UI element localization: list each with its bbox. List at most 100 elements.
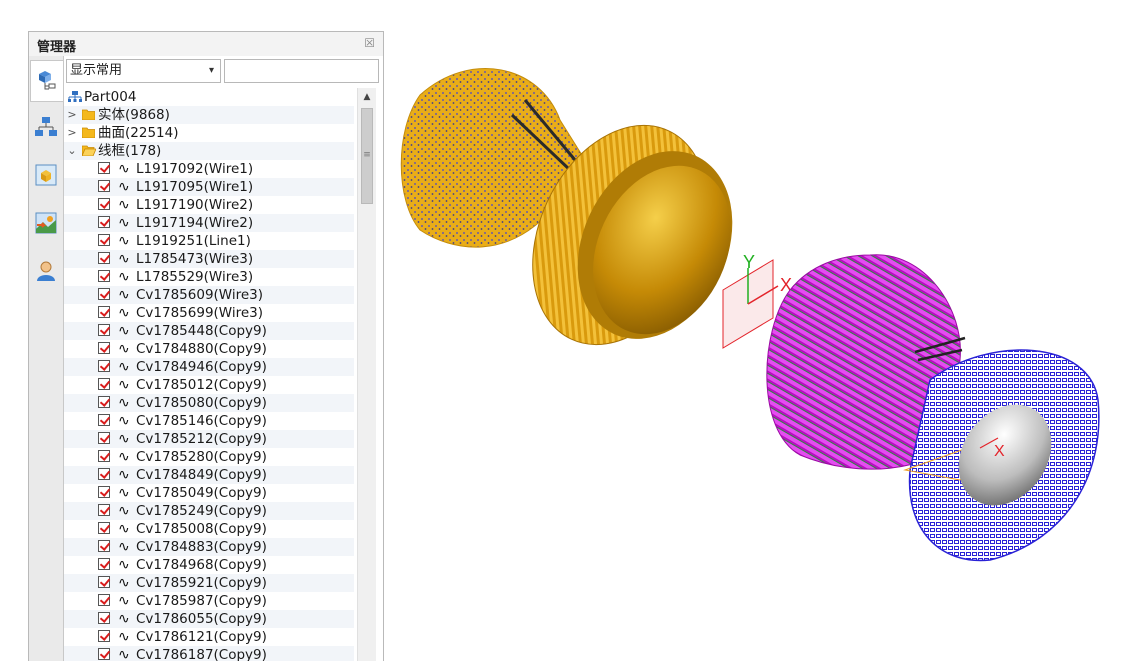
visibility-checkbox[interactable] xyxy=(98,558,110,570)
tree-item-label: L1785529(Wire3) xyxy=(136,269,254,285)
tree-item-label: Cv1785448(Copy9) xyxy=(136,323,267,339)
magenta-shuttlecock-model[interactable]: X xyxy=(766,254,1100,562)
wire-curve-icon: ∿ xyxy=(118,575,130,591)
tree-item-wire[interactable]: ∿ L1785529(Wire3) xyxy=(64,268,354,286)
tree-item-wire[interactable]: ∿ L1919251(Line1) xyxy=(64,232,354,250)
visibility-checkbox[interactable] xyxy=(98,450,110,462)
wire-curve-icon: ∿ xyxy=(118,557,130,573)
close-icon[interactable]: ☒ xyxy=(364,36,375,50)
tree-item-wire[interactable]: ∿ Cv1785280(Copy9) xyxy=(64,448,354,466)
visibility-checkbox[interactable] xyxy=(98,468,110,480)
tab-image[interactable] xyxy=(33,210,59,236)
visibility-checkbox[interactable] xyxy=(98,270,110,282)
tab-user[interactable] xyxy=(33,258,59,284)
tree-item-wire[interactable]: ∿ Cv1785008(Copy9) xyxy=(64,520,354,538)
chevron-right-icon[interactable]: > xyxy=(67,124,77,142)
tree-item-wire[interactable]: ∿ Cv1785249(Copy9) xyxy=(64,502,354,520)
tree-item-wire[interactable]: ∿ Cv1786121(Copy9) xyxy=(64,628,354,646)
scrollbar-thumb[interactable]: ≡ xyxy=(361,108,373,204)
wire-curve-icon: ∿ xyxy=(118,305,130,321)
tree-group-solid[interactable]: > 实体(9868) xyxy=(64,106,354,124)
tree-item-label: Cv1784880(Copy9) xyxy=(136,341,267,357)
tree-item-wire[interactable]: ∿ Cv1784849(Copy9) xyxy=(64,466,354,484)
tree-item-wire[interactable]: ∿ Cv1786055(Copy9) xyxy=(64,610,354,628)
tree-item-wire[interactable]: ∿ Cv1785921(Copy9) xyxy=(64,574,354,592)
part-icon xyxy=(68,91,82,102)
visibility-checkbox[interactable] xyxy=(98,180,110,192)
tree-item-wire[interactable]: ∿ Cv1785049(Copy9) xyxy=(64,484,354,502)
visibility-checkbox[interactable] xyxy=(98,414,110,426)
tree-item-wire[interactable]: ∿ Cv1785448(Copy9) xyxy=(64,322,354,340)
visibility-checkbox[interactable] xyxy=(98,252,110,264)
filter-dropdown[interactable]: 显示常用 ▾ xyxy=(66,59,221,83)
folder-icon xyxy=(82,109,95,120)
tree-item-wire[interactable]: ∿ Cv1785012(Copy9) xyxy=(64,376,354,394)
visibility-checkbox[interactable] xyxy=(98,630,110,642)
visibility-checkbox[interactable] xyxy=(98,288,110,300)
tree-item-wire[interactable]: ∿ Cv1785699(Wire3) xyxy=(64,304,354,322)
tree-item-wire[interactable]: ∿ Cv1786187(Copy9) xyxy=(64,646,354,661)
tab-assembly[interactable] xyxy=(33,114,59,140)
tree-item-wire[interactable]: ∿ Cv1784946(Copy9) xyxy=(64,358,354,376)
visibility-checkbox[interactable] xyxy=(98,648,110,660)
visibility-checkbox[interactable] xyxy=(98,486,110,498)
panel-title: 管理器 xyxy=(37,40,77,55)
visibility-checkbox[interactable] xyxy=(98,216,110,228)
wire-curve-icon: ∿ xyxy=(118,539,130,555)
tree-group-wireframe[interactable]: ⌄ 线框(178) xyxy=(64,142,354,160)
chevron-down-icon[interactable]: ⌄ xyxy=(67,142,77,160)
tab-history-tree[interactable] xyxy=(30,60,63,102)
tree-item-wire[interactable]: ∿ L1917194(Wire2) xyxy=(64,214,354,232)
chevron-down-icon: ▾ xyxy=(208,65,214,76)
visibility-checkbox[interactable] xyxy=(98,360,110,372)
tree-item-wire[interactable]: ∿ Cv1784883(Copy9) xyxy=(64,538,354,556)
visibility-checkbox[interactable] xyxy=(98,540,110,552)
visibility-checkbox[interactable] xyxy=(98,342,110,354)
wire-curve-icon: ∿ xyxy=(118,521,130,537)
visibility-checkbox[interactable] xyxy=(98,378,110,390)
visibility-checkbox[interactable] xyxy=(98,198,110,210)
wire-curve-icon: ∿ xyxy=(118,287,130,303)
folder-open-icon xyxy=(82,145,96,156)
tree-item-label: Cv1785049(Copy9) xyxy=(136,485,267,501)
chevron-right-icon[interactable]: > xyxy=(67,106,77,124)
tree-item-wire[interactable]: ∿ Cv1784880(Copy9) xyxy=(64,340,354,358)
visibility-checkbox[interactable] xyxy=(98,504,110,516)
tree-scrollbar[interactable]: ▲ ≡ xyxy=(357,88,376,661)
scroll-up-arrow-icon[interactable]: ▲ xyxy=(358,88,376,106)
grip-icon: ≡ xyxy=(363,150,371,160)
visibility-checkbox[interactable] xyxy=(98,162,110,174)
visibility-checkbox[interactable] xyxy=(98,324,110,336)
tree-item-wire[interactable]: ∿ L1917092(Wire1) xyxy=(64,160,354,178)
tree-root[interactable]: Part004 xyxy=(64,88,354,106)
visibility-checkbox[interactable] xyxy=(98,432,110,444)
visibility-checkbox[interactable] xyxy=(98,576,110,588)
visibility-checkbox[interactable] xyxy=(98,396,110,408)
tree-item-wire[interactable]: ∿ L1917190(Wire2) xyxy=(64,196,354,214)
tree-group-surface[interactable]: > 曲面(22514) xyxy=(64,124,354,142)
tree-item-wire[interactable]: ∿ Cv1785212(Copy9) xyxy=(64,430,354,448)
visibility-checkbox[interactable] xyxy=(98,612,110,624)
tab-view[interactable] xyxy=(33,162,59,188)
tree-item-label: Cv1785008(Copy9) xyxy=(136,521,267,537)
tree-item-wire[interactable]: ∿ Cv1785987(Copy9) xyxy=(64,592,354,610)
tree-item-wire[interactable]: ∿ Cv1785080(Copy9) xyxy=(64,394,354,412)
tree-item-wire[interactable]: ∿ Cv1785146(Copy9) xyxy=(64,412,354,430)
tree-item-wire[interactable]: ∿ L1785473(Wire3) xyxy=(64,250,354,268)
wire-curve-icon: ∿ xyxy=(118,377,130,393)
small-x-axis-label: X xyxy=(994,443,1005,460)
visibility-checkbox[interactable] xyxy=(98,594,110,606)
visibility-checkbox[interactable] xyxy=(98,522,110,534)
visibility-checkbox[interactable] xyxy=(98,306,110,318)
tree-item-wire[interactable]: ∿ Cv1785609(Wire3) xyxy=(64,286,354,304)
gold-shuttlecock-model[interactable] xyxy=(400,68,761,374)
tree-item-label: L1919251(Line1) xyxy=(136,233,251,249)
visibility-checkbox[interactable] xyxy=(98,234,110,246)
tree-root-label: Part004 xyxy=(84,89,137,105)
tree-item-wire[interactable]: ∿ L1917095(Wire1) xyxy=(64,178,354,196)
search-input[interactable] xyxy=(224,59,379,83)
tree-item-wire[interactable]: ∿ Cv1784968(Copy9) xyxy=(64,556,354,574)
tree-item-label: Cv1785146(Copy9) xyxy=(136,413,267,429)
manager-sidebar xyxy=(29,56,63,661)
graphics-viewport[interactable]: Y X X xyxy=(384,0,1121,661)
